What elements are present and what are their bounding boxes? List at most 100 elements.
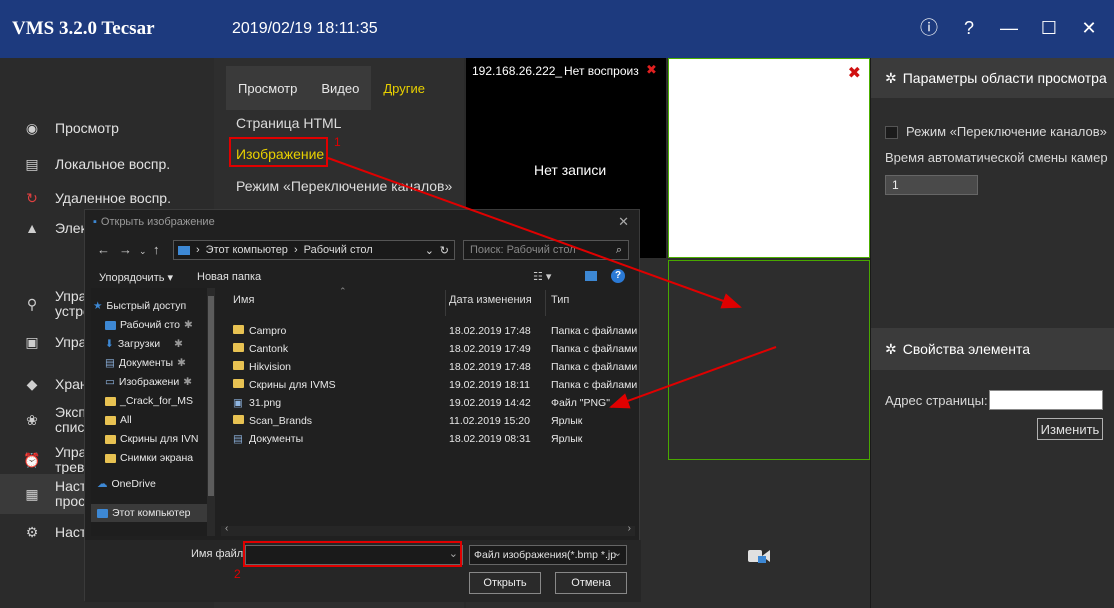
organize-menu[interactable]: Упорядочить ▾ <box>99 271 173 284</box>
recent-dropdown-icon[interactable]: ⌄ <box>139 246 147 257</box>
file-list-hscrollbar[interactable]: ‹ › <box>221 523 635 536</box>
refresh-icon[interactable]: ↻ <box>440 244 449 257</box>
column-name[interactable]: Имя <box>233 294 254 306</box>
address-bar[interactable]: › Этот компьютер › Рабочий стол ⌄ ↻ <box>173 240 455 260</box>
sidebar-item-label: Удаленное воспр. <box>55 189 171 206</box>
auto-change-spinner[interactable]: 1 <box>885 175 978 195</box>
file-name: 31.png <box>249 397 282 409</box>
submenu-item-html-page[interactable]: Страница HTML <box>236 115 341 131</box>
search-icon: ⌕ <box>615 243 622 256</box>
close-cell-icon[interactable]: ✖ <box>848 63 861 83</box>
close-cell-icon[interactable]: ✖ <box>646 62 657 78</box>
forward-icon[interactable]: → <box>119 242 132 257</box>
tree-item-label: All <box>120 414 132 426</box>
tree-item-screenshots[interactable]: Снимки экрана <box>105 452 193 464</box>
tree-item-documents[interactable]: ▤ Документы ✱ <box>105 357 186 369</box>
tree-item-this-pc[interactable]: Этот компьютер <box>91 504 207 522</box>
tree-scrollbar[interactable] <box>207 288 215 536</box>
pin-icon: ✱ <box>174 338 183 350</box>
title-bar: VMS 3.2.0 Tecsar 2019/02/19 18:11:35 ⓘ ?… <box>0 0 1114 58</box>
tree-item-ivms-screens[interactable]: Скрины для IVN <box>105 433 199 445</box>
open-button[interactable]: Открыть <box>469 572 541 594</box>
storage-icon: ◆ <box>26 375 38 392</box>
dialog-title-bar: ▪ Открыть изображение <box>85 210 641 234</box>
tree-item-label: Этот компьютер <box>112 507 191 519</box>
emap-icon: ▲ <box>25 220 39 236</box>
column-divider <box>545 290 546 316</box>
tab-video[interactable]: Видео <box>309 66 372 110</box>
app-small-icon: ▪ <box>93 216 97 228</box>
breadcrumb-desktop[interactable]: Рабочий стол <box>304 244 373 256</box>
column-date[interactable]: Дата изменения <box>449 294 532 306</box>
tab-preview[interactable]: Просмотр <box>226 66 310 110</box>
sidebar-item-label: Элек <box>55 219 87 236</box>
tree-item-desktop[interactable]: Рабочий сто ✱ <box>105 319 193 331</box>
file-date: 18.02.2019 08:31 <box>449 433 531 445</box>
scroll-left-icon[interactable]: ‹ <box>225 523 228 534</box>
pin-icon: ✱ <box>177 357 186 369</box>
page-address-label: Адрес страницы: <box>885 393 988 408</box>
file-name: Cantonk <box>249 343 289 355</box>
sidebar-item-label: Упра <box>55 333 87 350</box>
document-icon: ▤ <box>105 357 115 369</box>
breadcrumb-separator: › <box>196 244 200 256</box>
tree-scroll-thumb[interactable] <box>208 296 214 496</box>
file-row[interactable]: ▤ Документы 18.02.2019 08:31 Ярлык <box>223 431 633 449</box>
file-row[interactable]: Hikvision 18.02.2019 17:48 Папка с файлами <box>223 359 637 377</box>
tree-item-downloads[interactable]: ⬇ Загрузки ✱ <box>105 338 183 350</box>
folder-icon <box>105 396 116 406</box>
page-address-input[interactable] <box>989 390 1103 410</box>
file-type-filter[interactable]: Файл изображения(*.bmp *.jp ⌄ <box>469 545 627 565</box>
close-button[interactable]: ✕ <box>1078 14 1100 42</box>
tab-other[interactable]: Другие <box>371 66 437 110</box>
documents-shortcut-icon: ▤ <box>233 433 243 445</box>
file-row[interactable]: Scan_Brands 11.02.2019 15:20 Ярлык <box>223 413 633 431</box>
file-name: Scan_Brands <box>249 415 313 427</box>
cancel-button[interactable]: Отмена <box>555 572 627 594</box>
submenu-item-channel-switch[interactable]: Режим «Переключение каналов» <box>236 178 452 194</box>
switch-mode-checkbox[interactable] <box>885 126 898 140</box>
tree-item-all[interactable]: All <box>105 414 132 426</box>
video-cell-2[interactable]: ✖ <box>668 58 870 258</box>
tree-item-pictures[interactable]: ▭ Изображени ✱ <box>105 376 192 388</box>
view-mode-icon[interactable]: ☷ ▾ <box>533 270 551 283</box>
sidebar-item-local-playback[interactable]: ▤ Локальное воспр. <box>0 146 214 182</box>
preview-pane-icon[interactable] <box>585 271 597 281</box>
tree-item-quick-access[interactable]: ★ Быстрый доступ <box>93 300 186 312</box>
back-icon[interactable]: ← <box>97 242 110 257</box>
new-folder-button[interactable]: Новая папка <box>197 271 261 283</box>
minimize-button[interactable]: — <box>998 14 1020 42</box>
breadcrumb-computer[interactable]: Этот компьютер <box>206 244 288 256</box>
dialog-close-icon[interactable]: ✕ <box>618 214 629 230</box>
tree-item-onedrive[interactable]: ☁ OneDrive <box>97 478 156 490</box>
file-row[interactable]: Cantonk 18.02.2019 17:49 Папка с файлами <box>223 341 637 359</box>
info-icon[interactable]: ⓘ <box>918 14 940 42</box>
help-icon[interactable]: ? <box>958 14 980 42</box>
search-field[interactable]: Поиск: Рабочий стол ⌕ <box>463 240 629 260</box>
file-name: Документы <box>249 433 304 445</box>
file-type: Папка с файлами <box>551 325 638 337</box>
file-type: Папка с файлами <box>551 343 638 355</box>
file-row[interactable]: Campro 18.02.2019 17:48 Папка с файлами <box>223 323 637 341</box>
file-row[interactable]: ▣ 31.png 19.02.2019 14:42 Файл "PNG" <box>223 395 633 413</box>
maximize-button[interactable]: ☐ <box>1038 14 1060 42</box>
file-type: Папка с файлами <box>551 379 638 391</box>
help-icon[interactable]: ? <box>611 269 625 283</box>
change-button[interactable]: Изменить <box>1037 418 1103 440</box>
highlight-box-image <box>229 137 328 167</box>
breadcrumb-separator: › <box>293 244 298 256</box>
dialog-toolbar: Упорядочить ▾ Новая папка ☷ ▾ ? <box>85 266 641 288</box>
video-cell-3[interactable] <box>668 260 870 460</box>
tree-item-crack[interactable]: _Crack_for_MS <box>105 395 193 407</box>
up-icon[interactable]: ↑ <box>153 242 160 257</box>
column-type[interactable]: Тип <box>551 294 569 306</box>
window-controls: ⓘ ? — ☐ ✕ <box>918 14 1100 42</box>
auto-change-label: Время автоматической смены камер <box>885 150 1108 165</box>
sidebar-item-preview[interactable]: ◉ Просмотр <box>0 110 214 146</box>
grid-icon: ▦ <box>25 485 39 502</box>
scroll-right-icon[interactable]: › <box>628 523 631 534</box>
file-row[interactable]: Скрины для IVMS 19.02.2019 18:11 Папка с ф… <box>223 377 637 395</box>
address-dropdown-icon[interactable]: ⌄ <box>425 244 434 257</box>
local-playback-icon: ▤ <box>25 155 39 172</box>
tree-item-label: Скрины для IVN <box>120 433 199 445</box>
